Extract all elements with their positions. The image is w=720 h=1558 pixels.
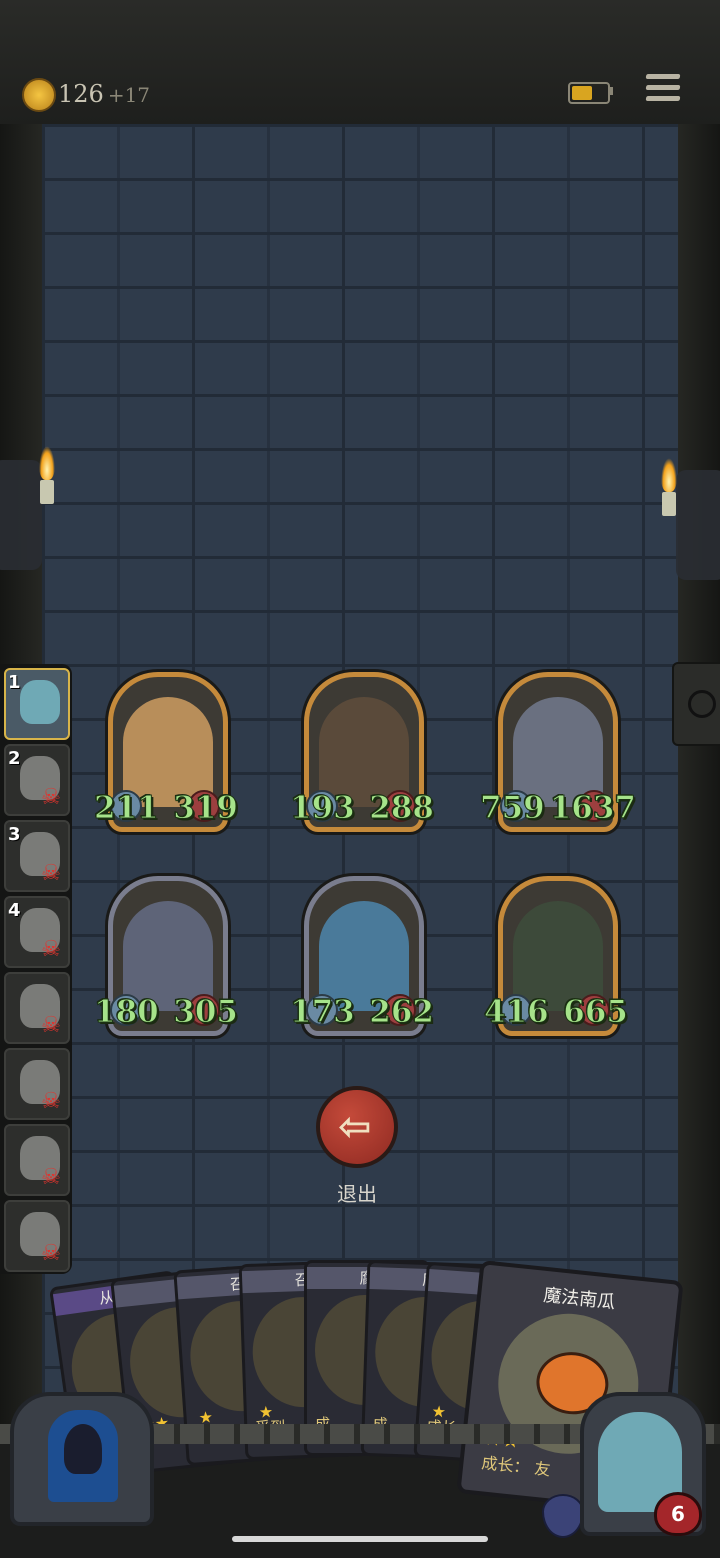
slot-number: 4 (8, 900, 21, 921)
party-slot-8[interactable]: ☠ (4, 1200, 70, 1272)
ghost-icon (64, 1424, 102, 1474)
battery-icon (568, 82, 610, 104)
avatar (20, 680, 60, 724)
deck-art (48, 1410, 118, 1502)
enemy-card-5[interactable]: 173 262 (290, 872, 434, 1036)
enemy-card-4[interactable]: 180 305 (94, 872, 238, 1036)
party-slot-5[interactable]: ☠ (4, 972, 70, 1044)
enemy-attack: 180 (94, 994, 160, 1031)
enemy-card-3[interactable]: 759 1637 (480, 668, 637, 832)
home-indicator[interactable] (232, 1536, 488, 1542)
top-bar: 126 +17 (0, 0, 720, 126)
right-torch-icon (656, 458, 682, 518)
coin-amount: 126 (58, 80, 104, 108)
party-slot-4[interactable]: 4 ☠ (4, 896, 70, 968)
back-arrow-icon: ⇦ (338, 1104, 372, 1150)
slot-number: 2 (8, 748, 21, 769)
party-slot-6[interactable]: ☠ (4, 1048, 70, 1120)
card-growth-label: 成长： (480, 1453, 531, 1478)
exit-label: 退出 (337, 1182, 377, 1206)
enemy-health: 262 (369, 994, 435, 1031)
skull-crossbones-icon: ☠ (41, 937, 61, 962)
enemy-attack: 416 (484, 994, 550, 1031)
battery-cap (610, 87, 613, 95)
right-torch-bracket (676, 470, 720, 580)
party-slot-2[interactable]: 2 ☠ (4, 744, 70, 816)
exit-button[interactable]: ⇦ (316, 1086, 398, 1168)
skull-crossbones-icon: ☠ (41, 1241, 61, 1266)
enemy-health: 288 (369, 790, 435, 827)
party-sidebar: 1 2 ☠ 3 ☠ 4 ☠ ☠ ☠ ☠ ☠ (0, 664, 72, 1274)
enemy-attack: 193 (290, 790, 356, 827)
enemy-card-6[interactable]: 416 665 (484, 872, 628, 1036)
skull-crossbones-icon: ☠ (41, 1165, 61, 1190)
deck-button[interactable] (10, 1392, 154, 1526)
enemy-attack: 173 (290, 994, 356, 1031)
party-slot-7[interactable]: ☠ (4, 1124, 70, 1196)
skull-crossbones-icon: ☠ (41, 1013, 61, 1038)
enemy-health: 305 (173, 994, 239, 1031)
gold-coin-icon (22, 78, 56, 112)
enemy-health: 319 (173, 790, 239, 827)
skull-crossbones-icon: ☠ (41, 1089, 61, 1114)
card-extra-text: 友 (533, 1458, 552, 1480)
enemy-card-2[interactable]: 193 288 (290, 668, 434, 832)
skull-crossbones-icon: ☠ (41, 785, 61, 810)
skull-crossbones-icon: ☠ (41, 861, 61, 886)
door-handle[interactable] (672, 662, 720, 746)
life-heart-icon: 6 (654, 1492, 702, 1536)
party-slot-1[interactable]: 1 (4, 668, 70, 740)
coin-delta: +17 (107, 83, 151, 107)
left-torch-icon (34, 446, 60, 506)
enemy-health: 665 (563, 994, 629, 1031)
shield-icon (542, 1494, 584, 1538)
coin-counter: 126 +17 (58, 80, 150, 108)
enemy-card-1[interactable]: 211 319 (94, 668, 238, 832)
slot-number: 1 (8, 672, 21, 693)
enemy-attack: 211 (94, 790, 160, 827)
card-text: 成长： 友 (481, 1449, 552, 1480)
menu-icon[interactable] (645, 74, 681, 106)
slot-number: 3 (8, 824, 21, 845)
right-pillar (678, 124, 720, 1424)
enemy-health: 1637 (549, 790, 636, 827)
party-slot-3[interactable]: 3 ☠ (4, 820, 70, 892)
enemy-attack: 759 (480, 790, 546, 827)
